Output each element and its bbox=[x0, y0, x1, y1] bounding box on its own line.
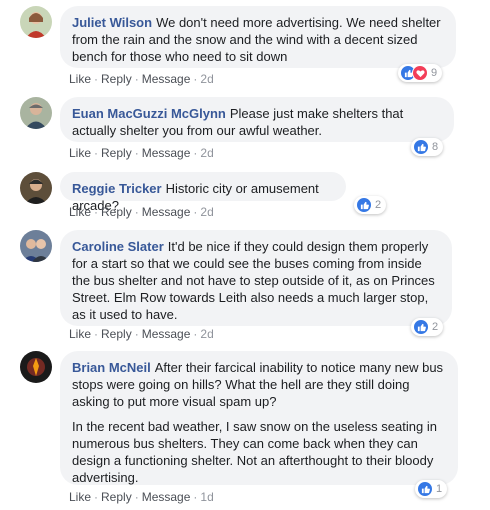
reaction-count: 8 bbox=[432, 141, 439, 153]
reply-link[interactable]: Reply bbox=[101, 490, 132, 504]
reactions[interactable]: 8 bbox=[411, 138, 444, 156]
reply-link[interactable]: Reply bbox=[101, 72, 132, 86]
comment-actions: Like · Reply · Message · 1d bbox=[69, 490, 214, 504]
reaction-count: 2 bbox=[432, 321, 439, 333]
comment-author[interactable]: Euan MacGuzzi McGlynn bbox=[72, 106, 226, 121]
timestamp[interactable]: 2d bbox=[200, 72, 213, 86]
like-link[interactable]: Like bbox=[69, 327, 91, 341]
message-link[interactable]: Message bbox=[142, 72, 191, 86]
reaction-count: 9 bbox=[431, 67, 438, 79]
love-icon bbox=[412, 65, 428, 81]
comment-actions: Like · Reply · Message · 2d bbox=[69, 72, 214, 86]
reactions[interactable]: 2 bbox=[411, 318, 444, 336]
avatar[interactable] bbox=[20, 6, 52, 38]
comment-bubble: Caroline Slater It'd be nice if they coul… bbox=[60, 230, 452, 326]
comment-author[interactable]: Brian McNeil bbox=[72, 360, 151, 375]
like-link[interactable]: Like bbox=[69, 490, 91, 504]
like-link[interactable]: Like bbox=[69, 205, 91, 219]
message-link[interactable]: Message bbox=[142, 146, 191, 160]
reactions[interactable]: 9 bbox=[398, 64, 443, 82]
timestamp[interactable]: 2d bbox=[200, 146, 213, 160]
avatar[interactable] bbox=[20, 97, 52, 129]
message-link[interactable]: Message bbox=[142, 205, 191, 219]
reaction-count: 2 bbox=[375, 199, 382, 211]
comment-bubble: Reggie Tricker Historic city or amusement… bbox=[60, 172, 346, 213]
message-link[interactable]: Message bbox=[142, 490, 191, 504]
like-link[interactable]: Like bbox=[69, 146, 91, 160]
reply-link[interactable]: Reply bbox=[101, 327, 132, 341]
message-link[interactable]: Message bbox=[142, 327, 191, 341]
like-icon bbox=[413, 139, 429, 155]
comment-bubble: Juliet Wilson We don't need more advertis… bbox=[60, 6, 456, 68]
comment-bubble: Euan MacGuzzi McGlynn Please just make sh… bbox=[60, 97, 454, 142]
reactions[interactable]: 2 bbox=[354, 196, 387, 214]
reply-link[interactable]: Reply bbox=[101, 205, 132, 219]
reaction-count: 1 bbox=[436, 483, 443, 495]
avatar[interactable] bbox=[20, 351, 52, 383]
like-link[interactable]: Like bbox=[69, 72, 91, 86]
reactions[interactable]: 1 bbox=[415, 480, 448, 498]
avatar[interactable] bbox=[20, 230, 52, 262]
comment-text: In the recent bad weather, I saw snow on… bbox=[72, 419, 437, 485]
comment-author[interactable]: Caroline Slater bbox=[72, 239, 164, 254]
timestamp[interactable]: 2d bbox=[200, 327, 213, 341]
comment-actions: Like · Reply · Message · 2d bbox=[69, 327, 214, 341]
comment-actions: Like · Reply · Message · 2d bbox=[69, 146, 214, 160]
like-icon bbox=[356, 197, 372, 213]
avatar[interactable] bbox=[20, 172, 52, 204]
comment-author[interactable]: Juliet Wilson bbox=[72, 15, 152, 30]
like-icon bbox=[413, 319, 429, 335]
timestamp[interactable]: 1d bbox=[200, 490, 213, 504]
comment-author[interactable]: Reggie Tricker bbox=[72, 181, 162, 196]
comment-bubble: Brian McNeil After their farcical inabili… bbox=[60, 351, 458, 485]
timestamp[interactable]: 2d bbox=[200, 205, 213, 219]
reply-link[interactable]: Reply bbox=[101, 146, 132, 160]
comment-actions: Like · Reply · Message · 2d bbox=[69, 205, 214, 219]
like-icon bbox=[417, 481, 433, 497]
